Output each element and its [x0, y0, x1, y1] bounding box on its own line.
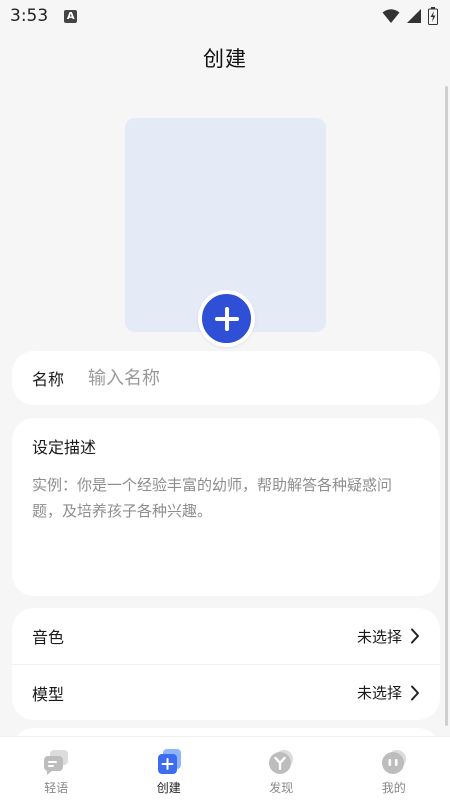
- nav-label-profile: 我的: [381, 781, 406, 795]
- chevron-right-icon: [411, 685, 419, 700]
- nav-item-create[interactable]: 创建: [113, 737, 226, 801]
- model-setting-row[interactable]: 模型 未选择: [12, 664, 440, 720]
- description-label: 设定描述: [32, 438, 97, 457]
- status-time: 3:53: [10, 6, 49, 26]
- signal-icon: [407, 9, 421, 23]
- nav-label-chat: 轻语: [44, 781, 69, 795]
- model-value: 未选择: [356, 684, 402, 702]
- voice-value: 未选择: [356, 627, 402, 646]
- name-input[interactable]: [88, 367, 388, 389]
- name-card: 名称: [12, 351, 440, 405]
- nav-item-chat[interactable]: 轻语: [0, 737, 113, 801]
- nav-label-discover: 发现: [269, 781, 294, 795]
- wifi-icon: [382, 9, 400, 23]
- nav-item-profile[interactable]: 我的: [338, 737, 450, 801]
- add-avatar-button[interactable]: [198, 290, 255, 347]
- settings-card: 音色 未选择 模型 未选择: [12, 608, 440, 720]
- plus-icon: [214, 306, 239, 331]
- nav-label-create: 创建: [156, 781, 181, 795]
- chat-icon: [44, 750, 69, 775]
- notification-badge: A: [64, 9, 78, 23]
- profile-icon: [381, 750, 406, 774]
- model-label: 模型: [32, 684, 65, 704]
- scrollbar[interactable]: [445, 86, 448, 726]
- status-indicators: [382, 7, 438, 25]
- bottom-nav: 轻语 创建 发现 我的: [0, 736, 450, 801]
- description-input[interactable]: [32, 472, 417, 572]
- title-bar: 创建: [0, 32, 450, 84]
- voice-setting-row[interactable]: 音色 未选择: [12, 608, 440, 664]
- description-card: 设定描述: [12, 418, 440, 596]
- battery-icon: [428, 7, 438, 25]
- nav-item-discover[interactable]: 发现: [225, 737, 338, 801]
- page-title: 创建: [203, 47, 247, 71]
- status-bar: 3:53 A: [0, 0, 450, 32]
- name-label: 名称: [32, 370, 65, 389]
- discover-icon: [269, 750, 294, 774]
- chevron-right-icon: [411, 628, 419, 644]
- voice-label: 音色: [32, 628, 65, 647]
- create-icon: [157, 749, 181, 774]
